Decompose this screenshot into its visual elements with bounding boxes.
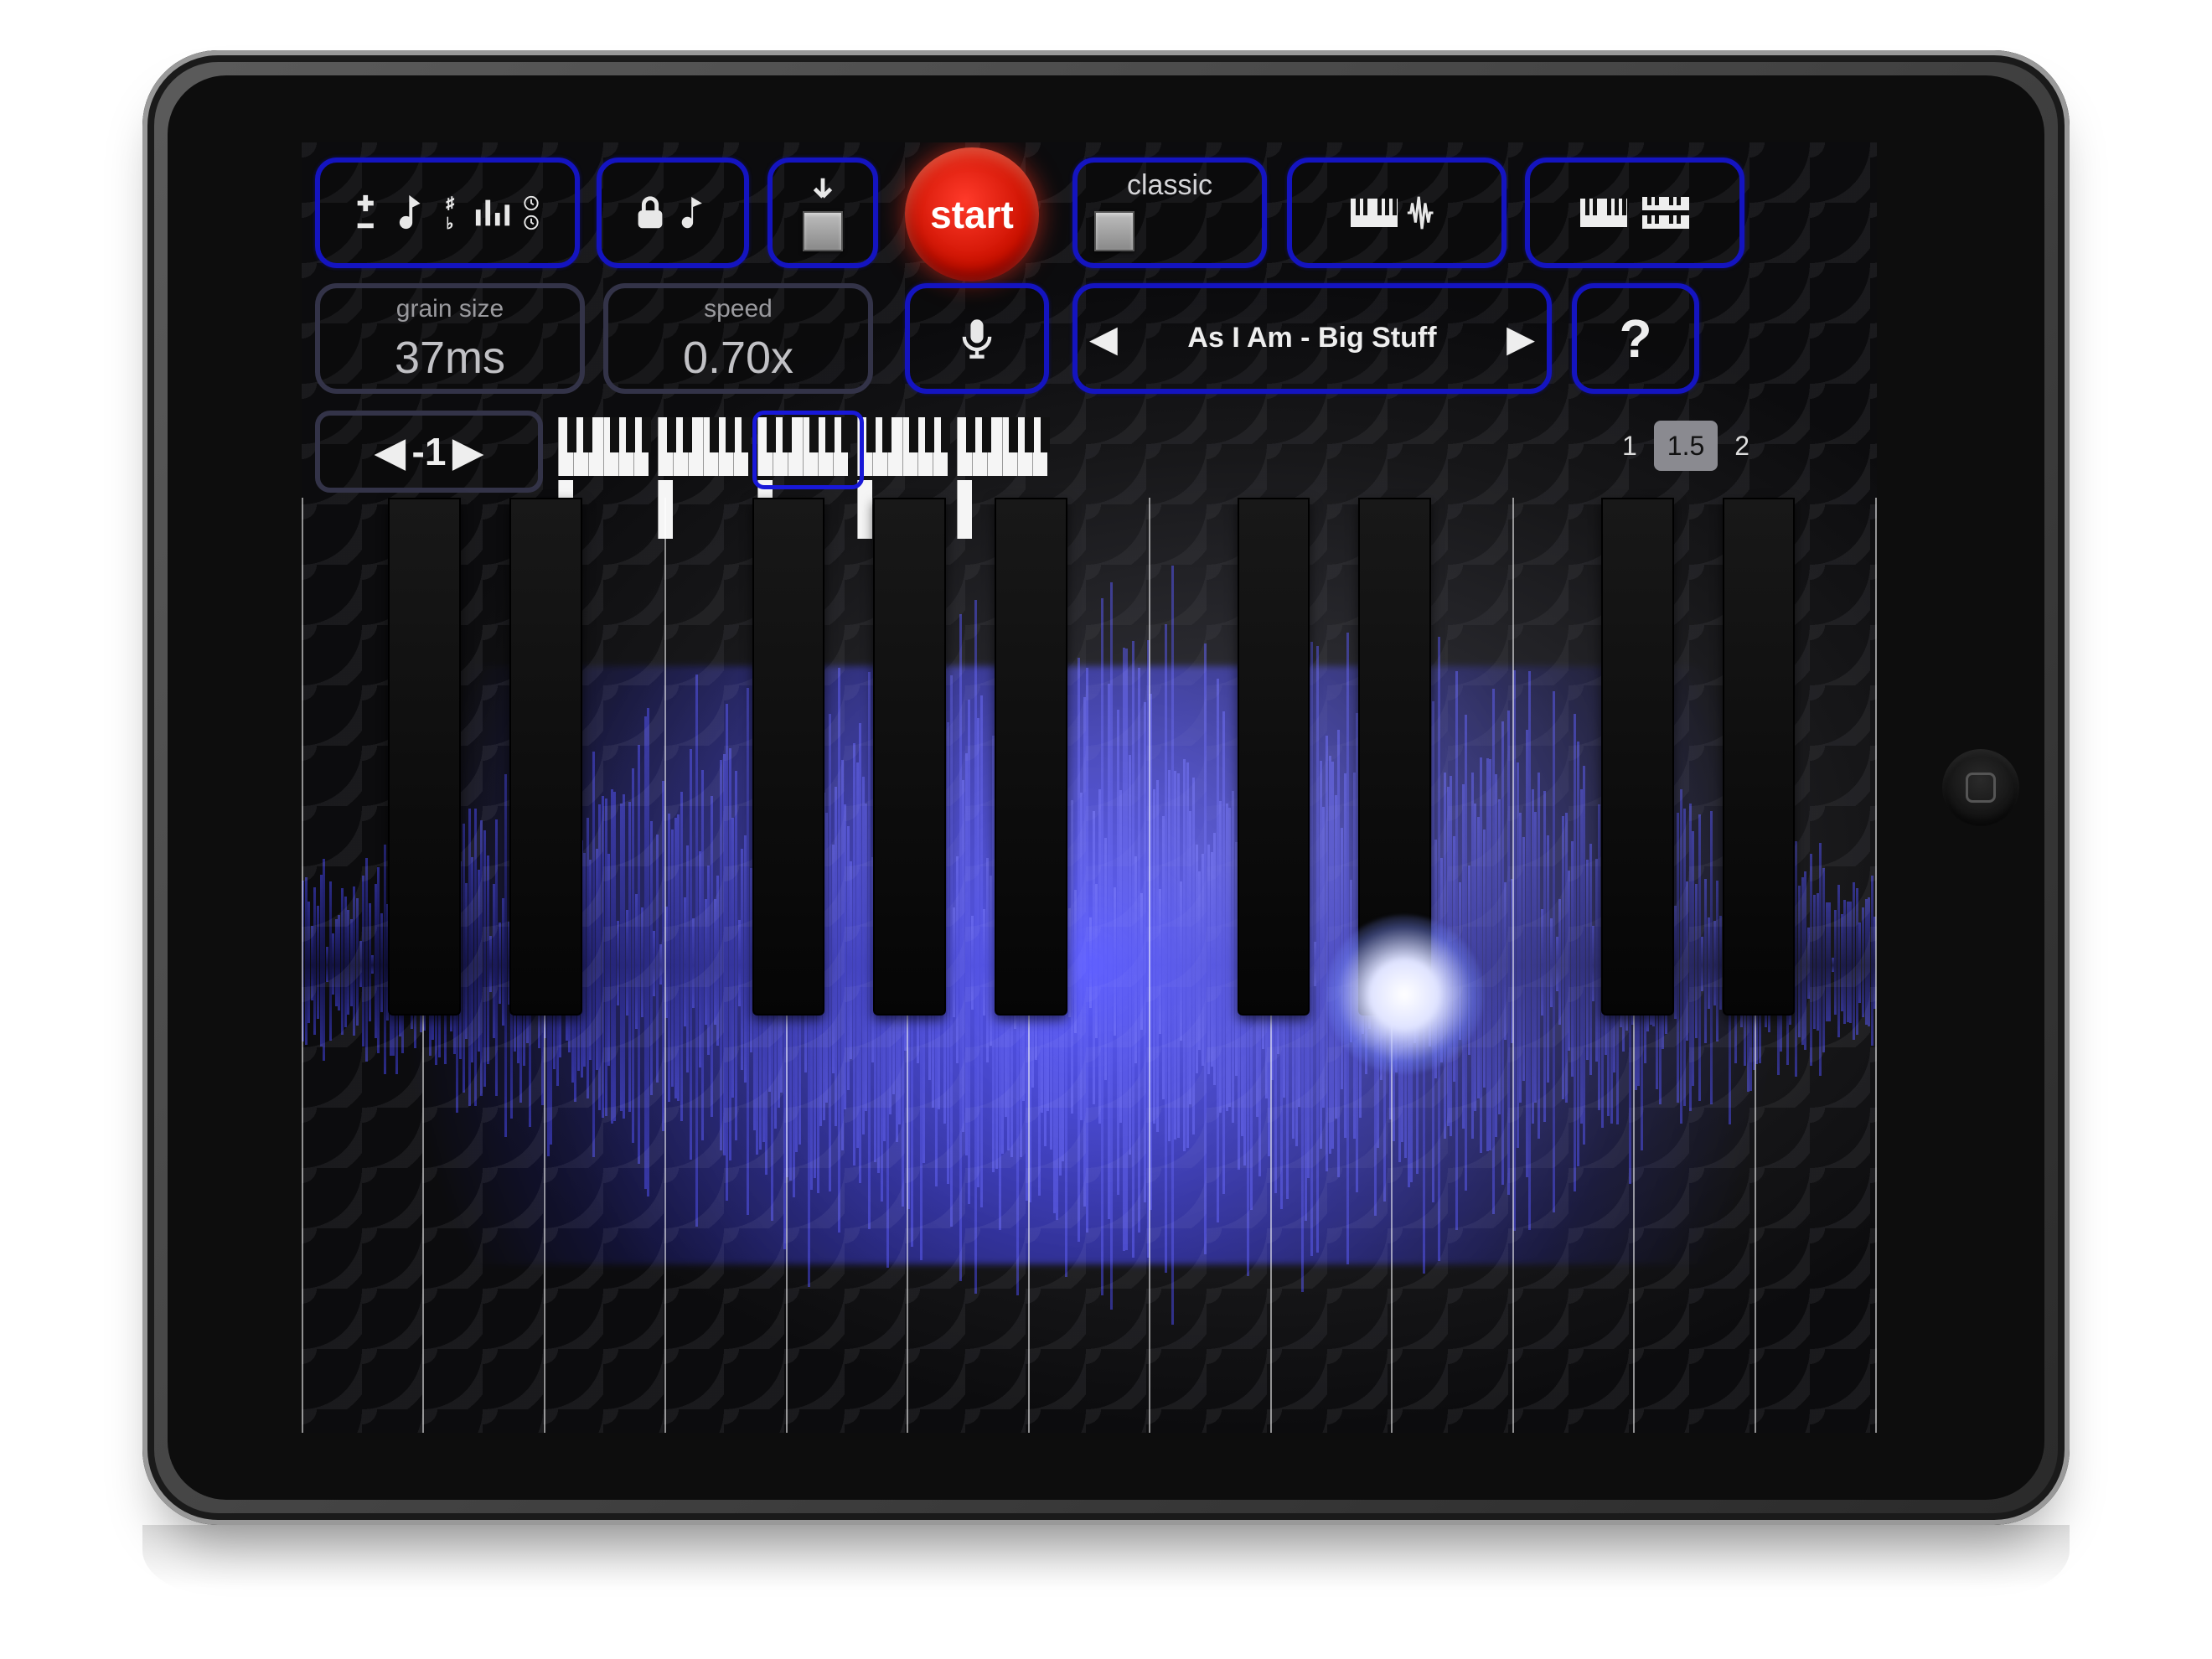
drop-checkbox[interactable] [803,211,843,251]
speed-value: 0.70x [608,332,868,384]
svg-text:♭: ♭ [446,215,453,232]
speed-label: speed [608,295,868,323]
clock-icon [519,194,544,232]
help-label: ? [1577,288,1694,389]
pitch-tools-panel[interactable]: ♯♭ [315,158,580,268]
home-button[interactable] [1942,749,2019,826]
black-key[interactable] [1238,498,1310,1016]
black-key[interactable] [1601,498,1674,1016]
song-prev-button[interactable]: ◀ [1089,318,1118,360]
speed-panel[interactable]: speed 0.70x [603,283,873,394]
start-label: start [930,192,1014,237]
device-frame: ♯♭ start clas [142,50,2070,1525]
lock-note-panel[interactable] [597,158,749,268]
mode-label: classic [1078,169,1262,202]
microphone-icon [955,317,999,360]
plus-minus-icon [351,194,390,232]
svg-text:♯: ♯ [446,194,454,212]
black-key[interactable] [509,498,582,1016]
dual-keyboard-toggle[interactable] [1525,158,1744,268]
black-key[interactable] [1358,498,1431,1016]
mini-keyboard[interactable] [558,417,1057,476]
octave-stepper: ◀ -1 ▶ [315,411,543,493]
black-key[interactable] [388,498,461,1016]
keyboard-wave-toggle[interactable] [1287,158,1507,268]
note-icon [676,194,715,232]
device-reflection [142,1525,2070,1595]
mode-checkbox[interactable] [1094,211,1134,251]
arrow-down-icon [807,174,839,206]
song-browser-panel: ◀ As I Am - Big Stuff ▶ [1072,283,1552,394]
keyboard-icon [1580,199,1627,227]
octave-value: -1 [412,429,447,474]
octave-next-button[interactable]: ▶ [452,429,482,474]
song-next-button[interactable]: ▶ [1507,318,1535,360]
black-key[interactable] [1723,498,1796,1016]
keyboard-icon [1642,215,1689,229]
scale-option-1-5[interactable]: 1.5 [1654,421,1718,471]
keyboard-icon [1351,199,1398,227]
note-icon [396,194,435,232]
grain-size-panel[interactable]: grain size 37ms [315,283,585,394]
black-key[interactable] [995,498,1067,1016]
grain-size-label: grain size [320,295,580,323]
scale-option-1[interactable]: 1 [1609,421,1651,471]
app-screen: ♯♭ start clas [302,142,1877,1433]
scale-option-2[interactable]: 2 [1721,421,1763,471]
song-title: As I Am - Big Stuff [1187,322,1436,354]
octave-prev-button[interactable]: ◀ [375,429,405,474]
black-key[interactable] [873,498,946,1016]
mic-panel[interactable] [905,283,1049,394]
sharp-flat-icon: ♯♭ [442,194,467,232]
drop-panel[interactable] [767,158,878,268]
playable-keyboard[interactable] [302,498,1877,1433]
start-button[interactable]: start [905,147,1039,282]
bars-icon [473,194,512,232]
help-panel[interactable]: ? [1572,283,1699,394]
lock-icon [631,194,669,232]
waveform-burst-icon [1404,194,1443,232]
black-key[interactable] [752,498,825,1016]
keyboard-icon [1642,197,1689,210]
mode-panel[interactable]: classic [1072,158,1267,268]
scale-selector: 1 1.5 2 [1609,421,1763,471]
grain-size-value: 37ms [320,332,580,384]
